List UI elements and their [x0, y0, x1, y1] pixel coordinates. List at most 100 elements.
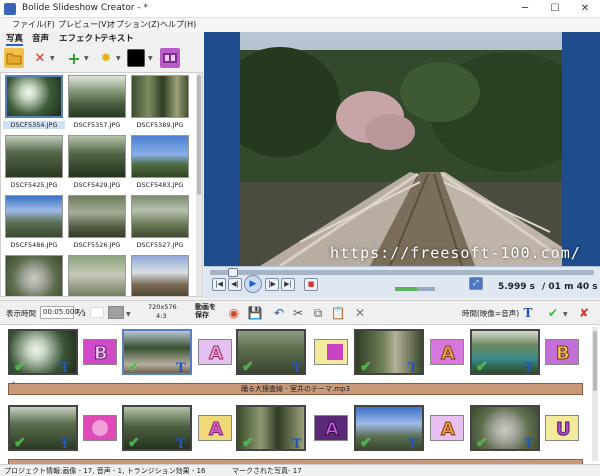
- remove-icon[interactable]: ✕: [30, 48, 50, 68]
- color-dropdown-icon[interactable]: ▼: [126, 311, 131, 318]
- color-swatch-white[interactable]: [90, 307, 104, 318]
- checked-icon[interactable]: ✔: [128, 435, 140, 451]
- checked-icon[interactable]: ✔: [476, 435, 488, 451]
- check-dropdown-icon[interactable]: ▼: [563, 311, 568, 318]
- transition-effect[interactable]: A: [430, 415, 464, 441]
- minimize-button[interactable]: ─: [510, 0, 540, 18]
- transition-effect[interactable]: A: [198, 415, 232, 441]
- add-dropdown-icon[interactable]: ▼: [84, 55, 89, 62]
- transition-effect[interactable]: A: [430, 339, 464, 365]
- checked-icon[interactable]: ✔: [242, 359, 254, 375]
- tab-audio[interactable]: 音声: [32, 32, 49, 44]
- svg-text:U: U: [556, 419, 571, 440]
- menu-help[interactable]: ヘルプ(H): [160, 19, 196, 30]
- text-overlay-icon[interactable]: T: [292, 437, 302, 452]
- save-video-button[interactable]: 動画を 保存: [195, 303, 216, 319]
- menu-preview[interactable]: プレビュー(V): [58, 19, 110, 30]
- go-to-start-icon[interactable]: |◀: [212, 278, 226, 291]
- thumbnail-image[interactable]: [68, 255, 126, 296]
- play-icon[interactable]: ▶: [244, 275, 262, 293]
- transition-effect[interactable]: [83, 415, 117, 441]
- stop-icon[interactable]: ■: [304, 278, 318, 291]
- thumbnail-scroll-thumb[interactable]: [197, 75, 201, 195]
- audio-track[interactable]: 踊る大捜査線 - 室井のテーマ.mp3: [8, 383, 583, 395]
- go-to-end-icon[interactable]: ▶|: [281, 278, 295, 291]
- thumbnail-image[interactable]: [131, 135, 189, 178]
- menu-options[interactable]: オプション(Z): [108, 19, 160, 30]
- thumbnail-image[interactable]: [5, 255, 63, 296]
- remove-dropdown-icon[interactable]: ▼: [50, 55, 55, 62]
- thumbnail-image[interactable]: [68, 75, 126, 118]
- fullscreen-icon[interactable]: ⤢: [469, 277, 483, 290]
- checked-icon[interactable]: ✔: [14, 359, 26, 375]
- thumbnail-label: DSCF5389.JPG: [136, 121, 184, 129]
- checked-icon[interactable]: ✔: [14, 435, 26, 451]
- text-overlay-icon[interactable]: T: [292, 361, 302, 376]
- apply-time-icon[interactable]: ⅔: [73, 305, 89, 321]
- sparkle-icon[interactable]: ✹: [96, 48, 116, 68]
- transition-effect[interactable]: A: [198, 339, 232, 365]
- thumbnail-image[interactable]: [68, 135, 126, 178]
- svg-text:B: B: [94, 343, 108, 364]
- paste-icon[interactable]: 📋: [330, 305, 346, 321]
- storyboard-scroll-thumb[interactable]: [593, 331, 597, 391]
- record-icon[interactable]: ◉: [226, 305, 242, 321]
- thumbnail-image[interactable]: [131, 255, 189, 296]
- close-button[interactable]: ✕: [570, 0, 600, 18]
- maximize-button[interactable]: ☐: [540, 0, 570, 18]
- copy-icon[interactable]: ⧉: [310, 305, 326, 321]
- progress-handle[interactable]: [228, 268, 239, 277]
- color-dropdown-icon[interactable]: ▼: [148, 55, 153, 62]
- checked-icon[interactable]: ✔: [360, 435, 372, 451]
- add-icon[interactable]: +: [64, 48, 84, 68]
- previous-icon[interactable]: ◀|: [228, 278, 242, 291]
- thumbnail-image[interactable]: [68, 195, 126, 238]
- save-icon[interactable]: 💾: [247, 305, 263, 321]
- thumbnail-image[interactable]: [131, 75, 189, 118]
- transition-effect[interactable]: A: [314, 415, 348, 441]
- text-overlay-icon[interactable]: T: [60, 361, 70, 376]
- text-overlay-icon[interactable]: T: [408, 361, 418, 376]
- text-overlay-icon[interactable]: T: [408, 437, 418, 452]
- display-time-input[interactable]: 00:05.000: [40, 306, 79, 319]
- storyboard-scrollbar[interactable]: [592, 327, 598, 461]
- checked-icon[interactable]: ✔: [128, 359, 140, 375]
- text-overlay-icon[interactable]: T: [524, 437, 534, 452]
- transition-effect[interactable]: B: [545, 339, 579, 365]
- player-controls: |◀ ◀| ▶ |▶ ▶| ■ ⤢ 5.999 s / 01 m 40 s: [204, 266, 600, 298]
- thumbnail-image[interactable]: [5, 75, 63, 118]
- checked-icon[interactable]: ✔: [242, 435, 254, 451]
- tab-effects[interactable]: エフェクト: [59, 32, 102, 44]
- sparkle-dropdown-icon[interactable]: ▼: [116, 55, 121, 62]
- transition-effect[interactable]: [314, 339, 348, 365]
- text-overlay-icon[interactable]: T: [176, 361, 186, 376]
- tab-text[interactable]: テキスト: [100, 32, 134, 44]
- open-folder-icon[interactable]: [4, 48, 24, 68]
- undo-icon[interactable]: ↶: [271, 305, 287, 321]
- checked-icon[interactable]: ✔: [360, 359, 372, 375]
- preview-image: [240, 32, 562, 266]
- tab-photos[interactable]: 写真: [6, 32, 24, 46]
- thumbnail-image[interactable]: [131, 195, 189, 238]
- delete-icon[interactable]: ✕: [352, 305, 368, 321]
- checked-icon[interactable]: ✔: [476, 359, 488, 375]
- text-overlay-icon[interactable]: T: [524, 361, 534, 376]
- background-color-swatch[interactable]: [127, 49, 145, 67]
- menu-file[interactable]: ファイル(F): [12, 19, 55, 30]
- thumbnail-image[interactable]: [5, 135, 63, 178]
- text-overlay-icon[interactable]: T: [176, 437, 186, 452]
- thumbnail-image[interactable]: [5, 195, 63, 238]
- photo-toolbar: ✕ ▼ + ▼ ✹ ▼ ▼: [0, 46, 203, 72]
- transition-effect[interactable]: B: [83, 339, 117, 365]
- check-all-icon[interactable]: ✔: [545, 305, 561, 321]
- uncheck-all-icon[interactable]: ✘: [576, 305, 592, 321]
- cut-icon[interactable]: ✂: [290, 305, 306, 321]
- color-swatch-gray[interactable]: [108, 306, 124, 319]
- film-strip-icon[interactable]: [160, 48, 180, 68]
- transition-effect[interactable]: U: [545, 415, 579, 441]
- text-overlay-icon[interactable]: T: [60, 437, 70, 452]
- progress-track[interactable]: [210, 270, 594, 275]
- next-icon[interactable]: |▶: [265, 278, 279, 291]
- thumbnail-scrollbar[interactable]: [196, 73, 202, 296]
- text-icon[interactable]: T: [520, 305, 536, 321]
